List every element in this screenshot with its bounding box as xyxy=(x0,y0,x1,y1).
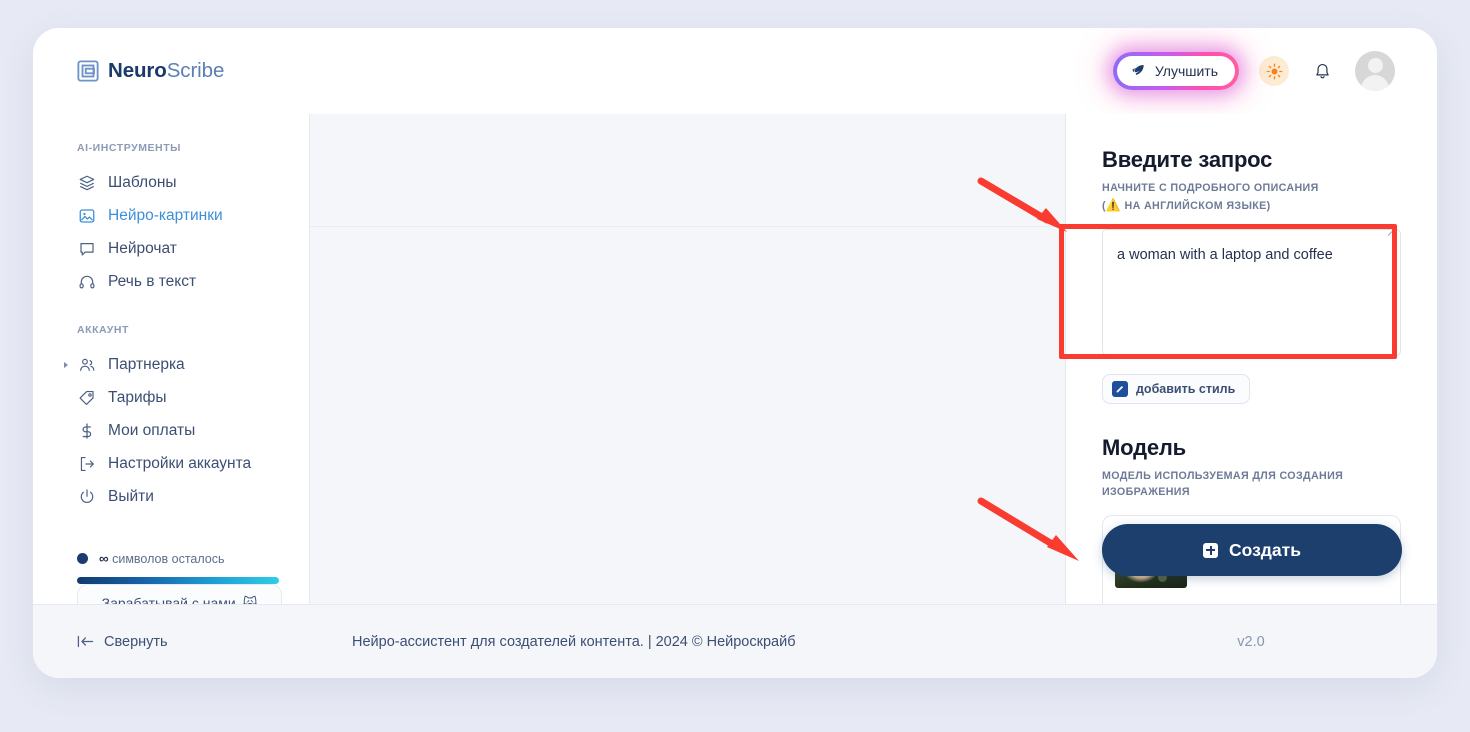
dollar-icon xyxy=(77,421,96,440)
sidebar-caption-account: АККАУНТ xyxy=(77,324,129,336)
upgrade-button[interactable]: Улучшить xyxy=(1116,56,1235,86)
sidebar-item-label: Нейро-картинки xyxy=(108,206,223,224)
sidebar-item-partners[interactable]: Партнерка xyxy=(33,348,309,381)
plus-square-icon xyxy=(1203,542,1219,558)
header-actions: Улучшить xyxy=(1112,51,1395,91)
sidebar-item-neuro-images[interactable]: Нейро-картинки xyxy=(33,199,309,232)
collapse-label: Свернуть xyxy=(104,633,168,650)
sidebar-item-label: Выйти xyxy=(108,487,154,505)
sidebar: AI-ИНСТРУМЕНТЫ Шаблоны Нейро-картинки Не… xyxy=(33,114,310,604)
collapse-sidebar-button[interactable]: Свернуть xyxy=(33,605,310,678)
create-button[interactable]: Создать xyxy=(1102,524,1402,576)
prompt-textarea[interactable] xyxy=(1102,229,1401,357)
sidebar-item-label: Мои оплаты xyxy=(108,421,196,439)
sidebar-item-label: Речь в текст xyxy=(108,272,197,290)
sidebar-item-logout[interactable]: Выйти xyxy=(33,480,309,513)
status-dot-icon xyxy=(77,553,88,564)
bell-icon xyxy=(1315,63,1329,78)
footer-tagline: Нейро-ассистент для создателей контента.… xyxy=(352,633,796,650)
notifications-button[interactable] xyxy=(1309,57,1335,85)
usage-label: ∞ символов осталось xyxy=(99,551,225,566)
sidebar-item-speech-to-text[interactable]: Речь в текст xyxy=(33,265,309,298)
image-icon xyxy=(77,206,96,225)
users-icon xyxy=(77,355,96,374)
avatar-body xyxy=(1361,75,1389,91)
usage-quota-block: ∞ символов осталось xyxy=(33,551,309,584)
warning-icon: ⚠️ xyxy=(1105,197,1122,212)
sun-icon xyxy=(1266,63,1282,79)
promo-earn-with-us-button[interactable]: Зарабатывай с нами 🙀 xyxy=(77,584,282,604)
prompt-section-title: Введите запрос xyxy=(1102,147,1273,172)
app-header: NeuroScribe Улучшить xyxy=(33,28,1437,114)
nested-square-logo-icon xyxy=(77,60,99,82)
sidebar-caption-ai-tools: AI-ИНСТРУМЕНТЫ xyxy=(77,142,181,154)
canvas-divider xyxy=(310,226,1065,227)
avatar[interactable] xyxy=(1355,51,1395,91)
sidebar-item-pricing[interactable]: Тарифы xyxy=(33,381,309,414)
avatar-head xyxy=(1367,58,1383,73)
tag-icon xyxy=(77,388,96,407)
sidebar-item-neurochat[interactable]: Нейрочат xyxy=(33,232,309,265)
sidebar-item-my-payments[interactable]: Мои оплаты xyxy=(33,414,309,447)
add-style-label: добавить стиль xyxy=(1136,382,1236,397)
sidebar-item-label: Шаблоны xyxy=(108,173,177,191)
sidebar-item-label: Партнерка xyxy=(108,355,185,373)
brand-name-light: Scribe xyxy=(166,59,225,82)
promo-label: Зарабатывай с нами xyxy=(101,595,236,604)
headphones-icon xyxy=(77,272,96,291)
brand-name-bold: Neuro xyxy=(108,59,167,82)
chat-bubble-icon xyxy=(77,239,96,258)
app-body: AI-ИНСТРУМЕНТЫ Шаблоны Нейро-картинки Не… xyxy=(33,114,1437,604)
collapse-left-icon xyxy=(77,635,94,648)
create-button-label: Создать xyxy=(1229,539,1301,560)
sidebar-item-templates[interactable]: Шаблоны xyxy=(33,166,309,199)
app-window: NeuroScribe Улучшить AI-ИНСТРУМЕНТЫ Шабл… xyxy=(33,28,1437,678)
sidebar-item-account-settings[interactable]: Настройки аккаунта xyxy=(33,447,309,480)
theme-toggle-button[interactable] xyxy=(1259,56,1289,86)
brand-logo-group[interactable]: NeuroScribe xyxy=(77,59,224,83)
sidebar-item-label: Тарифы xyxy=(108,388,167,406)
chevron-right-icon xyxy=(64,361,68,368)
logout-bracket-icon xyxy=(77,454,96,473)
app-version: v2.0 xyxy=(1237,633,1265,650)
add-style-button[interactable]: добавить стиль xyxy=(1102,374,1251,405)
model-section-subtitle: МОДЕЛЬ ИСПОЛЬЗУЕМАЯ ДЛЯ СОЗДАНИЯ ИЗОБРАЖ… xyxy=(1102,470,1344,498)
prompt-subtitle-line2: НА АНГЛИЙСКОМ ЯЗЫКЕ) xyxy=(1121,199,1271,212)
generation-settings-panel: Введите запрос НАЧНИТЕ С ПОДРОБНОГО ОПИС… xyxy=(1065,114,1437,604)
app-footer: Свернуть Нейро-ассистент для создателей … xyxy=(33,604,1437,678)
power-icon xyxy=(77,487,96,506)
sidebar-item-label: Настройки аккаунта xyxy=(108,454,252,472)
prompt-section-subtitle: НАЧНИТЕ С ПОДРОБНОГО ОПИСАНИЯ (⚠️ НА АНГ… xyxy=(1102,181,1401,214)
model-section-title: Модель xyxy=(1102,435,1186,461)
upgrade-button-glow: Улучшить xyxy=(1112,52,1239,90)
prompt-subtitle-line1: НАЧНИТЕ С ПОДРОБНОГО ОПИСАНИЯ xyxy=(1102,182,1319,194)
brand-name: NeuroScribe xyxy=(108,59,224,83)
sidebar-item-label: Нейрочат xyxy=(108,239,177,257)
rocket-icon xyxy=(1132,65,1144,75)
pencil-icon xyxy=(1112,381,1128,398)
image-results-canvas xyxy=(310,114,1065,604)
usage-text: символов осталось xyxy=(112,552,225,566)
usage-row: ∞ символов осталось xyxy=(77,551,279,566)
usage-progress-bar xyxy=(77,577,279,584)
layers-icon xyxy=(77,173,96,192)
usage-symbol: ∞ xyxy=(99,551,109,566)
upgrade-button-label: Улучшить xyxy=(1154,63,1218,79)
promo-emoji: 🙀 xyxy=(242,594,258,605)
